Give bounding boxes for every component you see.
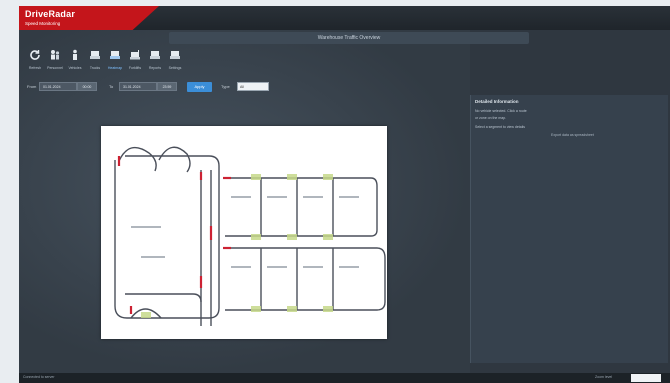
- truck-icon: [150, 51, 160, 59]
- zone-1: [251, 174, 261, 180]
- reports-button[interactable]: Reports: [145, 46, 165, 76]
- detail-line-3: Select a segment to view details: [475, 125, 525, 129]
- from-time-input[interactable]: 00:00: [77, 82, 97, 91]
- zone-10: [141, 312, 151, 318]
- zone-6: [323, 234, 333, 240]
- route-upper-right: [225, 177, 378, 237]
- zoom-input[interactable]: [631, 374, 661, 382]
- zone-3: [323, 174, 333, 180]
- window-title: Warehouse Traffic Overview: [169, 32, 529, 44]
- route-upper-aisles: [260, 178, 334, 236]
- to-time-input[interactable]: 23:59: [157, 82, 177, 91]
- zoom-label: Zoom level: [595, 375, 613, 379]
- brand-subtitle: Speed Monitoring: [25, 21, 61, 26]
- map-drawing: [114, 146, 386, 326]
- route-loop-b: [158, 146, 191, 173]
- refresh-icon: [30, 50, 40, 60]
- type-select[interactable]: All: [237, 82, 269, 91]
- zone-2: [287, 174, 297, 180]
- zone-4: [251, 234, 261, 240]
- detail-line-1: No vehicle selected. Click a route: [475, 109, 527, 113]
- route-loop-a: [118, 146, 157, 172]
- vehicles-button[interactable]: Vehicles: [65, 46, 85, 76]
- brand-name: DriveRadar: [25, 9, 76, 19]
- heatmap-button[interactable]: Heatmap: [105, 46, 125, 76]
- personnel-button[interactable]: Personnel: [45, 46, 65, 76]
- detail-line-2: or zone on the map.: [475, 116, 507, 120]
- zone-8: [287, 306, 297, 312]
- settings-label: Settings: [168, 66, 182, 70]
- from-label: From: [27, 84, 37, 89]
- vehicle-icon: [73, 49, 77, 60]
- route-lower-aisles: [260, 248, 334, 310]
- status-text: Connected to server: [23, 375, 55, 379]
- zone-9: [323, 306, 333, 312]
- from-date-input[interactable]: 01.01.2024: [39, 82, 77, 91]
- zone-5: [287, 234, 297, 240]
- zone-7: [251, 306, 261, 312]
- truck-icon: [90, 51, 100, 59]
- route-lower-right: [225, 247, 386, 311]
- forklift-icon: [130, 50, 140, 60]
- detail-panel: Detailed Information No vehicle selected…: [470, 95, 668, 363]
- route-bottom-left: [125, 293, 202, 319]
- truck-icon: [110, 51, 120, 59]
- refresh-button[interactable]: Refresh: [25, 46, 45, 76]
- to-label: To: [109, 84, 114, 89]
- route-spine: [200, 170, 212, 326]
- apply-button[interactable]: Apply: [187, 82, 212, 92]
- settings-button[interactable]: Settings: [165, 46, 185, 76]
- to-date-input[interactable]: 31.01.2024: [119, 82, 157, 91]
- truck-icon: [170, 51, 180, 59]
- export-link[interactable]: Export data as spreadsheet: [551, 133, 594, 137]
- type-label: Type: [221, 84, 230, 89]
- forklifts-button[interactable]: Forklifts: [125, 46, 145, 76]
- people-icon: [51, 50, 60, 60]
- trucks-button[interactable]: Trucks: [85, 46, 105, 76]
- status-bar: Connected to server Zoom level: [19, 373, 670, 383]
- detail-title: Detailed Information: [475, 99, 519, 104]
- warehouse-map[interactable]: [101, 126, 387, 339]
- app-window: DriveRadar Speed Monitoring Warehouse Tr…: [19, 6, 670, 383]
